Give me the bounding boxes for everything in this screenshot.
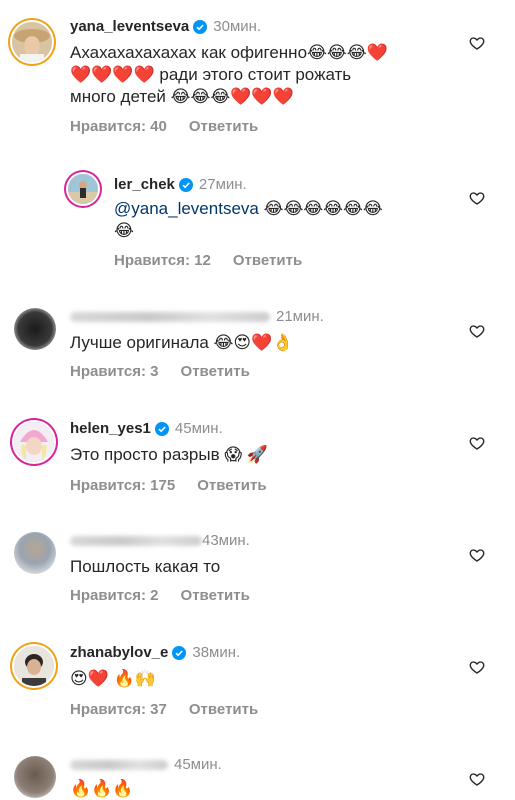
comment-text: Это просто разрыв 😱 🚀 [70,445,268,464]
avatar[interactable] [14,308,56,350]
comment-text: Ахахахахахахах как офигенно😂😂😂❤️ ❤️❤️❤️❤… [70,42,388,108]
comment-time: 38мин. [192,644,241,661]
avatar[interactable] [14,532,56,574]
verified-badge-icon [193,20,208,39]
reply-button[interactable]: Ответить [233,252,302,269]
comment: helen_yes1 45мин. Это просто разрыв 😱 🚀 Н… [0,408,515,508]
avatar[interactable] [14,646,54,686]
comment-time: 21мин. [276,308,324,325]
reply-button[interactable]: Ответить [181,587,250,604]
comment: 43мин. Пошлость какая то Нравится: 2 Отве… [0,520,515,620]
reply-button[interactable]: Ответить [189,701,258,718]
comment-time: 30мин. [213,18,262,35]
verified-badge-icon [154,422,169,441]
mention-link[interactable]: @yana_leventseva [114,199,259,218]
comment: 21мин. Лучше оригинала 😂😍❤️👌 Нравится: 3… [0,296,515,396]
comment-time: 45мин. [174,420,223,437]
comment: yana_leventseva 30мин. Ахахахахахахах как… [0,0,515,140]
comment-text-line: 😂 [114,221,134,240]
comment-time: 45мин. [174,756,222,773]
comment: zhanabylov_e 38мин. 😍❤️ 🔥🙌 Нравится: 37 От… [0,632,515,732]
reply-button[interactable]: Ответить [197,477,266,494]
likes-count[interactable]: Нравится: 175 [70,477,175,494]
like-heart-icon[interactable] [469,190,485,206]
avatar-dark-icon [14,308,56,350]
reply-button[interactable]: Ответить [181,363,250,380]
avatar-blurred-dark-icon [14,756,56,798]
username[interactable]: yana_leventseva [70,18,189,35]
username[interactable]: helen_yes1 [70,420,151,437]
comment-time: 27мин. [198,176,247,193]
avatar-man-icon [14,646,54,686]
avatar-woman-hat-icon [12,22,52,62]
comment-text: @yana_leventseva 😂😂😂😂😂😂 😂 [114,198,383,242]
like-heart-icon[interactable] [469,323,485,339]
like-heart-icon[interactable] [469,35,485,51]
likes-count[interactable]: Нравится: 12 [114,252,211,269]
username-blurred[interactable] [70,312,270,323]
avatar[interactable] [68,174,98,204]
username-blurred[interactable] [70,760,168,771]
avatar-pink-hat-icon [14,422,54,462]
comment-time: 43мин. [202,532,250,549]
likes-count[interactable]: Нравится: 37 [70,701,167,718]
username[interactable]: zhanabylov_e [70,644,168,661]
avatar-blurred-light-icon [14,532,56,574]
comment-reply: ler_chek 27мин. @yana_leventseva 😂😂😂😂😂😂 😂… [0,160,515,280]
like-heart-icon[interactable] [469,771,485,787]
like-heart-icon[interactable] [469,547,485,563]
comment-text-line: Ахахахахахахах как офигенно😂😂😂❤️ [70,43,388,62]
comment-text: 😍❤️ 🔥🙌 [70,669,156,688]
comment-text: Лучше оригинала 😂😍❤️👌 [70,333,294,352]
reply-button[interactable]: Ответить [189,118,258,135]
comment-text-line: ❤️❤️❤️❤️ ради этого стоит рожать [70,65,352,84]
avatar[interactable] [12,22,52,62]
avatar-woman-beach-icon [68,174,98,204]
username[interactable]: ler_chek [114,176,175,193]
likes-count[interactable]: Нравится: 40 [70,118,167,135]
comment-text: 🔥🔥🔥 [70,779,134,798]
likes-count[interactable]: Нравится: 2 [70,587,159,604]
avatar[interactable] [14,756,56,798]
comment-text-line: 😂😂😂😂😂😂 [258,199,383,218]
comment-text-line: много детей 😂😂😂❤️❤️❤️ [70,87,294,106]
avatar[interactable] [14,422,54,462]
comment: 45мин. 🔥🔥🔥 [0,744,515,800]
verified-badge-icon [172,646,187,665]
username-blurred[interactable] [70,536,202,547]
likes-count[interactable]: Нравится: 3 [70,363,159,380]
like-heart-icon[interactable] [469,435,485,451]
comment-text: Пошлость какая то [70,557,221,576]
like-heart-icon[interactable] [469,659,485,675]
verified-badge-icon [178,178,193,197]
